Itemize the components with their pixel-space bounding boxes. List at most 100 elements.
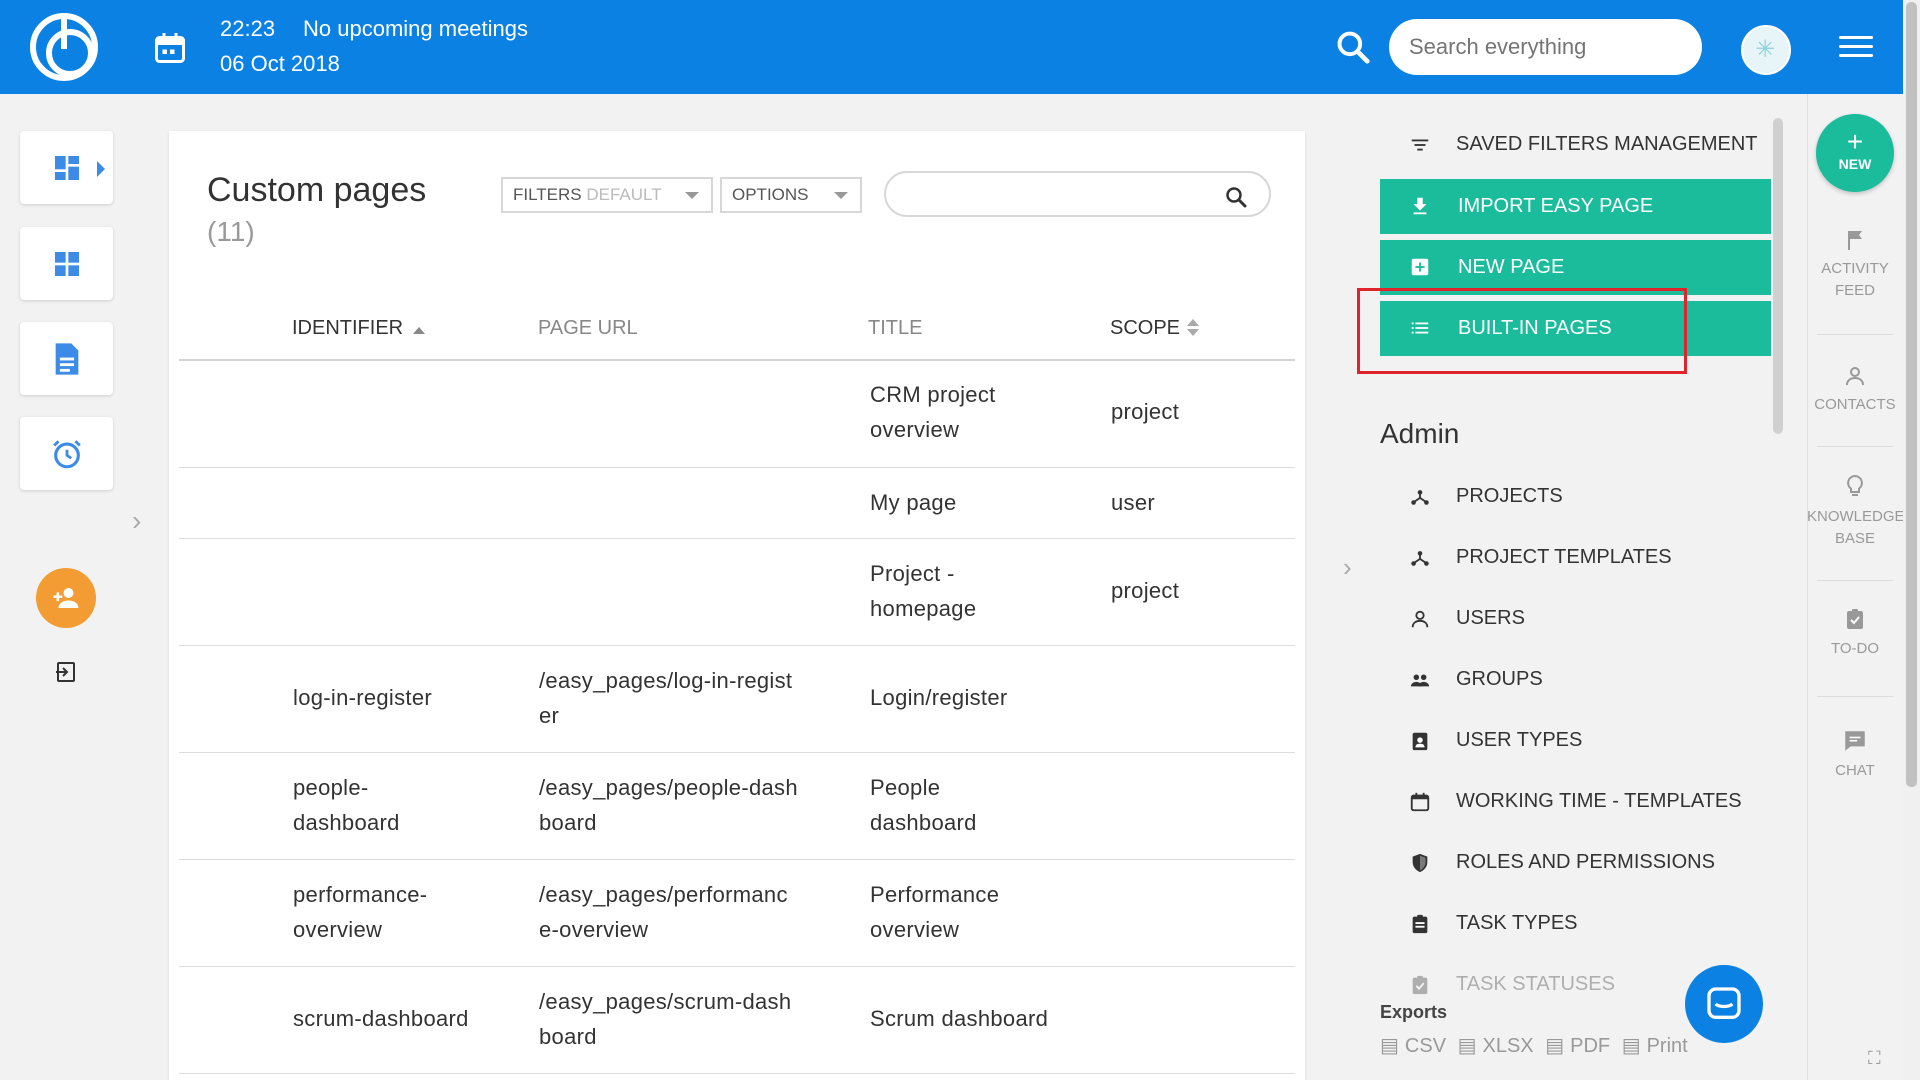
row-page-url[interactable]: /easy_pages/scrum-dash board [539,984,791,1054]
highlight-box [1357,288,1687,374]
row-divider [179,966,1295,967]
import-easy-page-button[interactable]: IMPORT EASY PAGE [1380,179,1771,234]
shield-icon [1412,853,1428,873]
chat-button[interactable]: CHAT [1807,728,1903,782]
list-search-input[interactable] [884,171,1271,217]
plus-icon: + [1846,126,1864,157]
sidebar-divider [1817,334,1893,335]
admin-item-users[interactable]: USERS [1456,607,1525,630]
admin-item-roles-and-permissions[interactable]: ROLES AND PERMISSIONS [1456,851,1715,874]
menu-icon[interactable] [1839,36,1873,58]
clipboard-check-icon [1412,975,1428,995]
expand-arrow-icon [97,161,105,177]
admin-item-projects[interactable]: PROJECTS [1456,485,1563,508]
user-avatar[interactable] [1741,25,1791,75]
row-divider [179,752,1295,753]
export-csv-link[interactable]: CSV [1405,1035,1446,1057]
row-title[interactable]: CRM project overview [870,377,996,447]
options-dropdown[interactable]: OPTIONS [720,177,862,213]
row-divider [179,859,1295,860]
export-pdf-link[interactable]: PDF [1570,1035,1610,1057]
print-icon: ▤ [1621,1035,1641,1057]
logout-icon[interactable] [54,660,78,684]
knowledge-base-button[interactable]: KNOWLEDGE BASE [1807,474,1905,550]
csv-icon: ▤ [1380,1035,1399,1057]
row-title[interactable]: Performance overview [870,877,999,947]
dashboard-button[interactable] [20,131,113,204]
grid-button[interactable] [20,227,113,300]
row-scope: user [1111,490,1155,515]
search-icon[interactable] [1334,28,1372,66]
user-types-icon [1412,732,1428,751]
admin-item-task-types[interactable]: TASK TYPES [1456,912,1578,935]
contacts-icon [1846,367,1864,386]
export-xlsx-link[interactable]: XLSX [1483,1035,1534,1057]
contacts-button[interactable]: CONTACTS [1807,364,1903,416]
new-label: NEW [1838,156,1872,172]
admin-item-user-types[interactable]: USER TYPES [1456,729,1582,752]
column-header-identifier[interactable]: IDENTIFIER [292,317,403,340]
column-header-scope[interactable]: SCOPE [1110,317,1180,340]
sort-icon[interactable] [1187,317,1199,339]
right-panel-scrollbar[interactable] [1773,118,1783,434]
column-header-page-url[interactable]: PAGE URL [538,317,638,340]
new-button[interactable]: + NEW [1816,114,1894,192]
chat-bubble-button[interactable] [1685,965,1763,1043]
admin-item-task-statuses[interactable]: TASK STATUSES [1456,973,1615,996]
groups-icon [1410,674,1430,687]
meetings-status[interactable]: No upcoming meetings [303,16,528,42]
projects-icon [1411,490,1429,505]
app-logo-icon[interactable] [30,13,98,81]
header-divider [179,359,1295,361]
page-scrollbar[interactable] [1903,0,1920,1080]
filters-label: FILTERS [513,185,582,204]
row-title[interactable]: Login/register [870,680,1008,715]
project-templates-icon [1411,551,1429,566]
filters-dropdown[interactable]: FILTERS DEFAULT [501,177,713,213]
row-page-url[interactable]: /easy_pages/performanc e-overview [539,877,788,947]
working-time-calendar-icon [1410,792,1430,812]
row-title[interactable]: Project - homepage [870,556,976,626]
right-panel-toggle-icon[interactable]: › [1343,552,1352,583]
global-search-input[interactable] [1389,19,1702,75]
custom-pages-card: Custom pages (11) FILTERS DEFAULT OPTION… [169,131,1305,1080]
row-divider [179,467,1295,468]
admin-section-title: Admin [1380,418,1460,449]
sidebar-divider [1817,696,1893,697]
search-icon[interactable] [1224,185,1248,209]
column-header-title[interactable]: TITLE [868,317,922,340]
export-print-link[interactable]: Print [1647,1035,1688,1057]
todo-button[interactable]: TO-DO [1807,606,1903,660]
fullscreen-icon[interactable]: ⛶ [1868,1048,1881,1069]
row-title[interactable]: My page [870,485,956,520]
options-label: OPTIONS [732,185,809,204]
filters-value: DEFAULT [586,185,662,204]
row-title[interactable]: People dashboard [870,770,977,840]
download-icon [1413,197,1427,215]
saved-filters-management-link[interactable]: SAVED FILTERS MANAGEMENT [1456,133,1758,156]
timer-button[interactable] [20,417,113,490]
row-divider [179,538,1295,539]
admin-item-project-templates[interactable]: PROJECT TEMPLATES [1456,546,1672,569]
chat-icon [1845,731,1865,751]
new-page-button[interactable]: NEW PAGE [1380,240,1771,295]
activity-feed-button[interactable]: ACTIVITY FEED [1807,228,1903,302]
current-date: 06 Oct 2018 [220,51,340,76]
row-identifier: log-in-register [293,685,432,710]
flag-icon [1848,231,1862,250]
admin-item-groups[interactable]: GROUPS [1456,668,1543,691]
row-page-url[interactable]: /easy_pages/people-dash board [539,770,798,840]
sort-ascending-icon[interactable] [413,327,425,334]
clipboard-icon [1412,914,1428,934]
row-title[interactable]: Scrum dashboard [870,1001,1048,1036]
left-panel-toggle-icon[interactable]: › [132,505,141,537]
documents-button[interactable] [20,322,113,395]
page-scrollbar-thumb[interactable] [1906,2,1917,787]
calendar-icon[interactable] [152,30,188,66]
row-page-url[interactable]: /easy_pages/log-in-regist er [539,663,792,733]
admin-item-working-time-templates[interactable]: WORKING TIME - TEMPLATES [1456,790,1742,813]
xlsx-icon: ▤ [1457,1035,1477,1057]
add-user-button[interactable] [36,568,96,628]
pdf-icon: ▤ [1545,1035,1565,1057]
add-person-icon [53,588,79,608]
